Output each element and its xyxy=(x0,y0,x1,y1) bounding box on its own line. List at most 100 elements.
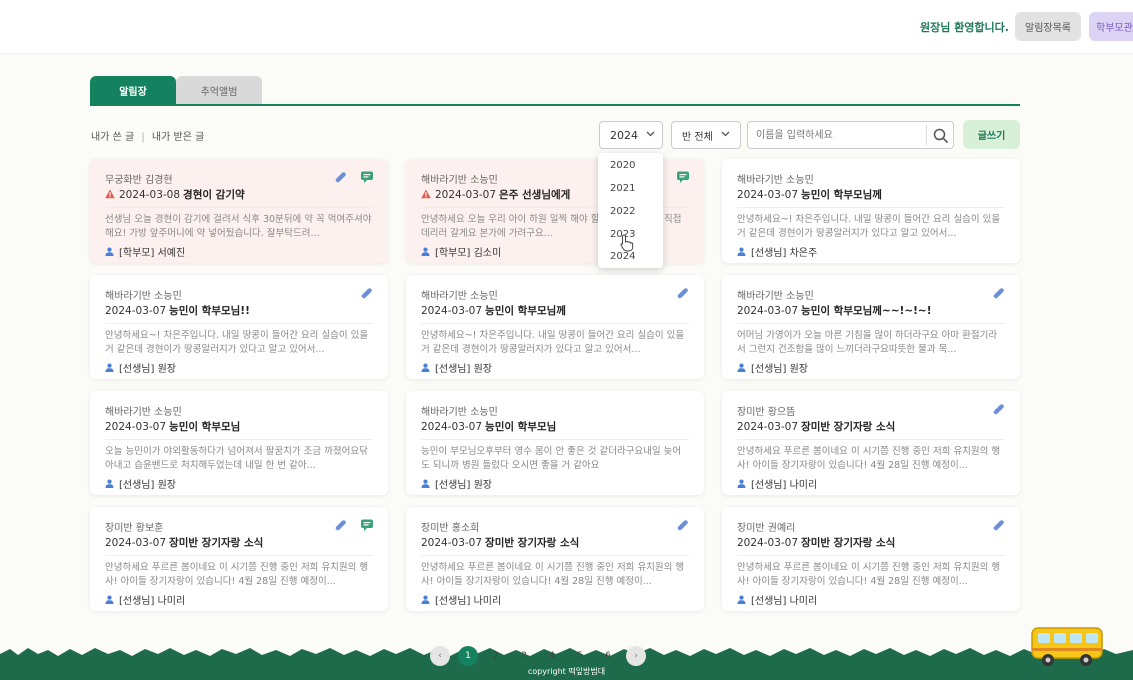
card-title: 장미반 장기자랑 소식 xyxy=(801,421,896,433)
page-button[interactable]: 3 xyxy=(514,646,534,666)
card-body: 선생님 오늘 경현이 감기에 걸려서 식후 30분뒤에 약 꼭 먹여주셔야 해요… xyxy=(105,214,372,239)
card-title: 장미반 장기자랑 소식 xyxy=(169,537,264,549)
notice-card[interactable]: 장미반 홍소희 2024-03-07 장미반 장기자랑 소식 안녕하세요 푸르른 봄이… xyxy=(406,507,704,611)
card-writer-name: [선생님] 나미리 xyxy=(751,596,818,607)
card-divider xyxy=(737,323,1005,324)
attachment-icon xyxy=(676,287,690,301)
next-page-button[interactable]: › xyxy=(626,646,646,666)
card-writer: [선생님] 나미리 xyxy=(737,476,817,491)
year-option[interactable]: 2021 xyxy=(610,183,635,194)
card-title-line: 2024-03-07 은주 선생님에게 xyxy=(421,187,570,202)
card-divider xyxy=(421,555,689,556)
chevron-down-icon xyxy=(646,130,655,140)
card-title-line: 2024-03-07 능민이 학부모님께 xyxy=(737,187,882,202)
notice-card[interactable]: 해바라기반 소능민 2024-03-07 능민이 학부모님께~~!~!~! 어머님 가… xyxy=(722,275,1020,379)
card-divider xyxy=(105,323,373,324)
page-button[interactable]: 6 xyxy=(598,646,618,666)
year-option[interactable]: 2024 xyxy=(610,251,635,262)
card-writer: [선생님] 나미리 xyxy=(421,592,501,607)
prev-page-button[interactable]: ‹ xyxy=(430,646,450,666)
card-divider xyxy=(737,555,1005,556)
card-writer-name: [선생님] 나미리 xyxy=(435,596,502,607)
notice-card[interactable]: 해바라기반 소능민 2024-03-07 능민이 학부모님 능민이 부모님오후부터 영… xyxy=(406,391,704,495)
search-box xyxy=(747,121,954,149)
user-icon xyxy=(105,479,114,488)
hand-cursor-icon xyxy=(620,234,634,252)
card-author: 장미반 권예리 xyxy=(737,523,796,534)
card-date: 2024-03-07 xyxy=(435,189,497,201)
top-bar: 원장님 환영합니다. 알림장목록 학부모관리 xyxy=(0,0,1133,54)
class-select-value: 반 전체 xyxy=(682,131,713,143)
notice-card[interactable]: 해바라기반 소능민 2024-03-07 능민이 학부모님 오늘 능민이가 야외활동하… xyxy=(90,391,388,495)
filter-sent-link[interactable]: 내가 쓴 글 xyxy=(91,132,134,143)
chevron-down-icon xyxy=(721,130,730,140)
card-date: 2024-03-07 xyxy=(421,537,483,549)
parent-manage-button[interactable]: 학부모관리 xyxy=(1089,12,1133,41)
year-option[interactable]: 2022 xyxy=(610,206,635,217)
page-button[interactable]: 2 xyxy=(486,646,506,666)
card-divider xyxy=(421,439,689,440)
user-icon xyxy=(105,247,114,256)
attachment-icon xyxy=(992,403,1006,417)
card-title-line: 2024-03-07 능민이 학부모님!! xyxy=(105,303,250,318)
warning-icon xyxy=(105,189,115,199)
card-writer: [선생님] 원장 xyxy=(421,360,492,375)
card-date: 2024-03-07 xyxy=(421,305,483,317)
welcome-text: 원장님 환영합니다. xyxy=(920,21,1009,34)
school-bus-icon xyxy=(1031,627,1103,666)
card-title: 경현이 감기약 xyxy=(183,189,245,201)
user-icon xyxy=(737,363,746,372)
card-writer: [선생님] 원장 xyxy=(105,476,176,491)
card-body: 안녕하세요 푸르른 봄이네요 이 시기쯤 진행 중인 저희 유치원의 행사! 아… xyxy=(105,562,369,587)
card-title-line: 2024-03-07 장미반 장기자랑 소식 xyxy=(737,419,895,434)
page-button[interactable]: 4 xyxy=(542,646,562,666)
card-body: 안녕하세요 푸르른 봄이네요 이 시기쯤 진행 중인 저희 유치원의 행사! 아… xyxy=(737,446,1001,471)
card-author: 해바라기반 소능민 xyxy=(105,291,182,302)
card-writer: [선생님] 원장 xyxy=(421,476,492,491)
card-date: 2024-03-07 xyxy=(421,421,483,433)
notice-card[interactable]: 무궁화반 김경현 2024-03-08 경현이 감기약 선생님 오늘 경현이 감기에 … xyxy=(90,159,388,263)
card-author: 무궁화반 김경현 xyxy=(105,175,173,186)
card-writer: [학부모] 서예진 xyxy=(105,244,185,259)
user-icon xyxy=(737,595,746,604)
notice-card[interactable]: 장미반 황으뜸 2024-03-07 장미반 장기자랑 소식 안녕하세요 푸르른 봄이… xyxy=(722,391,1020,495)
card-body: 안녕하세요~! 차은주입니다. 내일 땅콩이 들어간 요리 실습이 있을 거 같… xyxy=(105,330,369,355)
search-divider xyxy=(926,125,927,145)
card-body: 오늘 능민이가 야외활동하다가 넘어져서 팔꿈치가 조금 까졌어요닦아내고 습윤… xyxy=(105,446,368,471)
notice-card[interactable]: 해바라기반 소능민 2024-03-07 능민이 학부모님께 안녕하세요~! 차은주입… xyxy=(722,159,1020,263)
class-select[interactable]: 반 전체 xyxy=(671,121,741,149)
search-icon[interactable] xyxy=(932,127,950,145)
card-title: 능민이 학부모님께 xyxy=(485,305,566,317)
user-icon xyxy=(737,479,746,488)
card-writer-name: [선생님] 나미리 xyxy=(751,480,818,491)
notice-card[interactable]: 장미반 권예리 2024-03-07 장미반 장기자랑 소식 안녕하세요 푸르른 봄이… xyxy=(722,507,1020,611)
notice-card[interactable]: 장미반 황보훈 2024-03-07 장미반 장기자랑 소식 안녕하세요 푸르른 봄이… xyxy=(90,507,388,611)
notice-card[interactable]: 해바라기반 소능민 2024-03-07 능민이 학부모님께 안녕하세요~! 차은주입… xyxy=(406,275,704,379)
user-icon xyxy=(421,595,430,604)
year-option[interactable]: 2020 xyxy=(610,160,635,171)
card-writer: [선생님] 나미리 xyxy=(737,592,817,607)
write-button[interactable]: 글쓰기 xyxy=(963,120,1020,149)
year-select[interactable]: 2024 xyxy=(599,121,663,149)
card-author: 장미반 홍소희 xyxy=(421,523,480,534)
card-title-line: 2024-03-07 장미반 장기자랑 소식 xyxy=(737,535,895,550)
notice-list-button[interactable]: 알림장목록 xyxy=(1015,12,1081,41)
card-writer-name: [선생님] 나미리 xyxy=(119,596,186,607)
card-title-line: 2024-03-07 장미반 장기자랑 소식 xyxy=(421,535,579,550)
comment-icon xyxy=(360,518,374,532)
comment-icon xyxy=(360,170,374,184)
page-button[interactable]: 1 xyxy=(458,646,478,666)
card-title-line: 2024-03-07 능민이 학부모님께 xyxy=(421,303,566,318)
card-writer-name: [학부모] 김소미 xyxy=(435,248,502,259)
card-author: 해바라기반 소능민 xyxy=(421,291,498,302)
year-select-value: 2024 xyxy=(610,128,638,142)
comment-icon xyxy=(676,170,690,184)
tab-notice[interactable]: 알림장 xyxy=(90,76,176,104)
search-input[interactable] xyxy=(756,127,921,143)
card-divider xyxy=(737,439,1005,440)
tab-album[interactable]: 추억앨범 xyxy=(176,76,262,104)
notice-card[interactable]: 해바라기반 소능민 2024-03-07 능민이 학부모님!! 안녕하세요~! 차은주… xyxy=(90,275,388,379)
filter-received-link[interactable]: 내가 받은 글 xyxy=(152,132,204,143)
page-button[interactable]: 5 xyxy=(570,646,590,666)
card-author: 해바라기반 소능민 xyxy=(105,407,182,418)
